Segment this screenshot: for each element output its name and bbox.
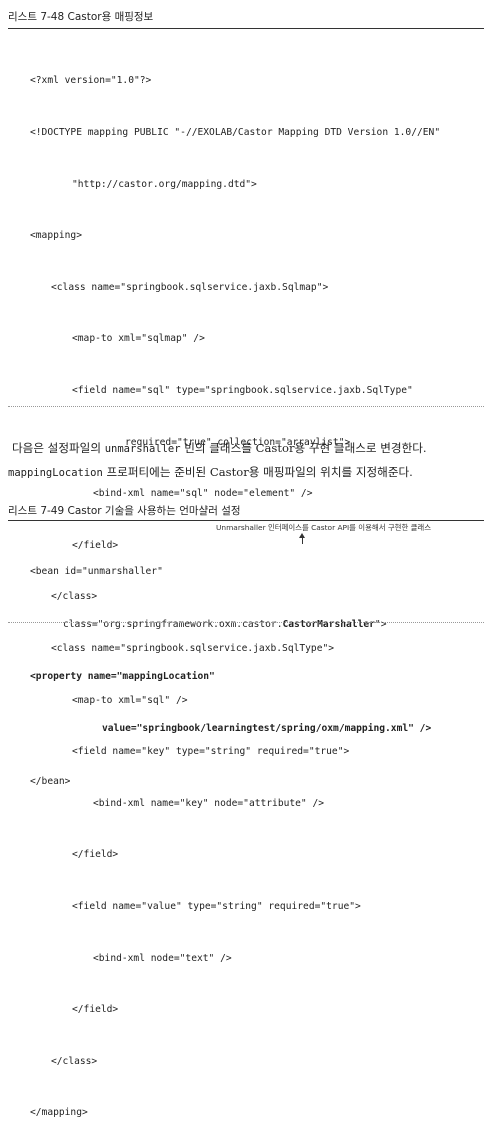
listing-7-49-bottom-rule — [8, 622, 484, 623]
code-text: "> — [374, 618, 387, 630]
code-text: class="org.springframework.oxm.castor. — [63, 618, 283, 630]
body-paragraph-line-2: mappingLocation 프로퍼티에는 준비된 Castor용 매핑파일의… — [8, 464, 478, 480]
paragraph-text: 프로퍼티에는 준비된 Castor용 매핑파일의 위치를 지정해준다. — [102, 465, 413, 479]
code-line: <bind-xml node="text" /> — [93, 952, 232, 964]
code-line: </bean> — [30, 775, 71, 787]
code-line: <!DOCTYPE mapping PUBLIC "-//EXOLAB/Cast… — [30, 127, 441, 138]
listing-7-49-top-rule — [8, 520, 484, 521]
code-line: <field name="sql" type="springbook.sqlse… — [72, 384, 413, 396]
code-line: </mapping> — [30, 1107, 88, 1119]
inline-code-mapping-location: mappingLocation — [8, 467, 103, 479]
listing-7-48-bottom-rule — [8, 406, 484, 407]
code-line: </field> — [72, 1004, 119, 1016]
code-line-bold: value="springbook/learningtest/spring/ox… — [102, 723, 432, 735]
code-line: <map-to xml="sqlmap" /> — [72, 333, 205, 345]
code-line: </class> — [51, 1055, 98, 1067]
listing-7-48-caption: 리스트 7-48 Castor용 매핑정보 — [8, 11, 154, 23]
code-line: <class name="springbook.sqlservice.jaxb.… — [51, 281, 329, 293]
castor-marshaller-class: CastorMarshaller — [282, 618, 375, 630]
code-line-bold: <property name="mappingLocation" — [30, 670, 215, 682]
paragraph-text: 다음은 설정파일의 — [12, 441, 105, 455]
listing-7-49-code: <bean id="unmarshaller" class="org.sprin… — [30, 528, 431, 807]
code-line: <mapping> — [30, 230, 82, 242]
code-line: class="org.springframework.oxm.castor.Ca… — [30, 616, 431, 633]
inline-code-unmarshaller: unmarshaller — [104, 443, 181, 455]
code-line: <field name="value" type="string" requir… — [72, 900, 361, 912]
code-line: <bean id="unmarshaller" — [30, 566, 163, 578]
paragraph-text: 빈의 클래스를 Castor용 구현 클래스로 변경한다. — [180, 441, 427, 455]
body-paragraph-line-1: 다음은 설정파일의 unmarshaller 빈의 클래스를 Castor용 구… — [12, 440, 482, 456]
code-line: <bind-xml name="sql" node="element" /> — [93, 488, 313, 500]
code-line: </field> — [72, 849, 119, 861]
listing-7-49-caption: 리스트 7-49 Castor 기술을 사용하는 언마샬러 설정 — [8, 505, 241, 517]
code-line: "http://castor.org/mapping.dtd"> — [72, 178, 257, 190]
listing-7-48-top-rule — [8, 28, 484, 29]
code-line: <?xml version="1.0"?> — [30, 75, 152, 87]
